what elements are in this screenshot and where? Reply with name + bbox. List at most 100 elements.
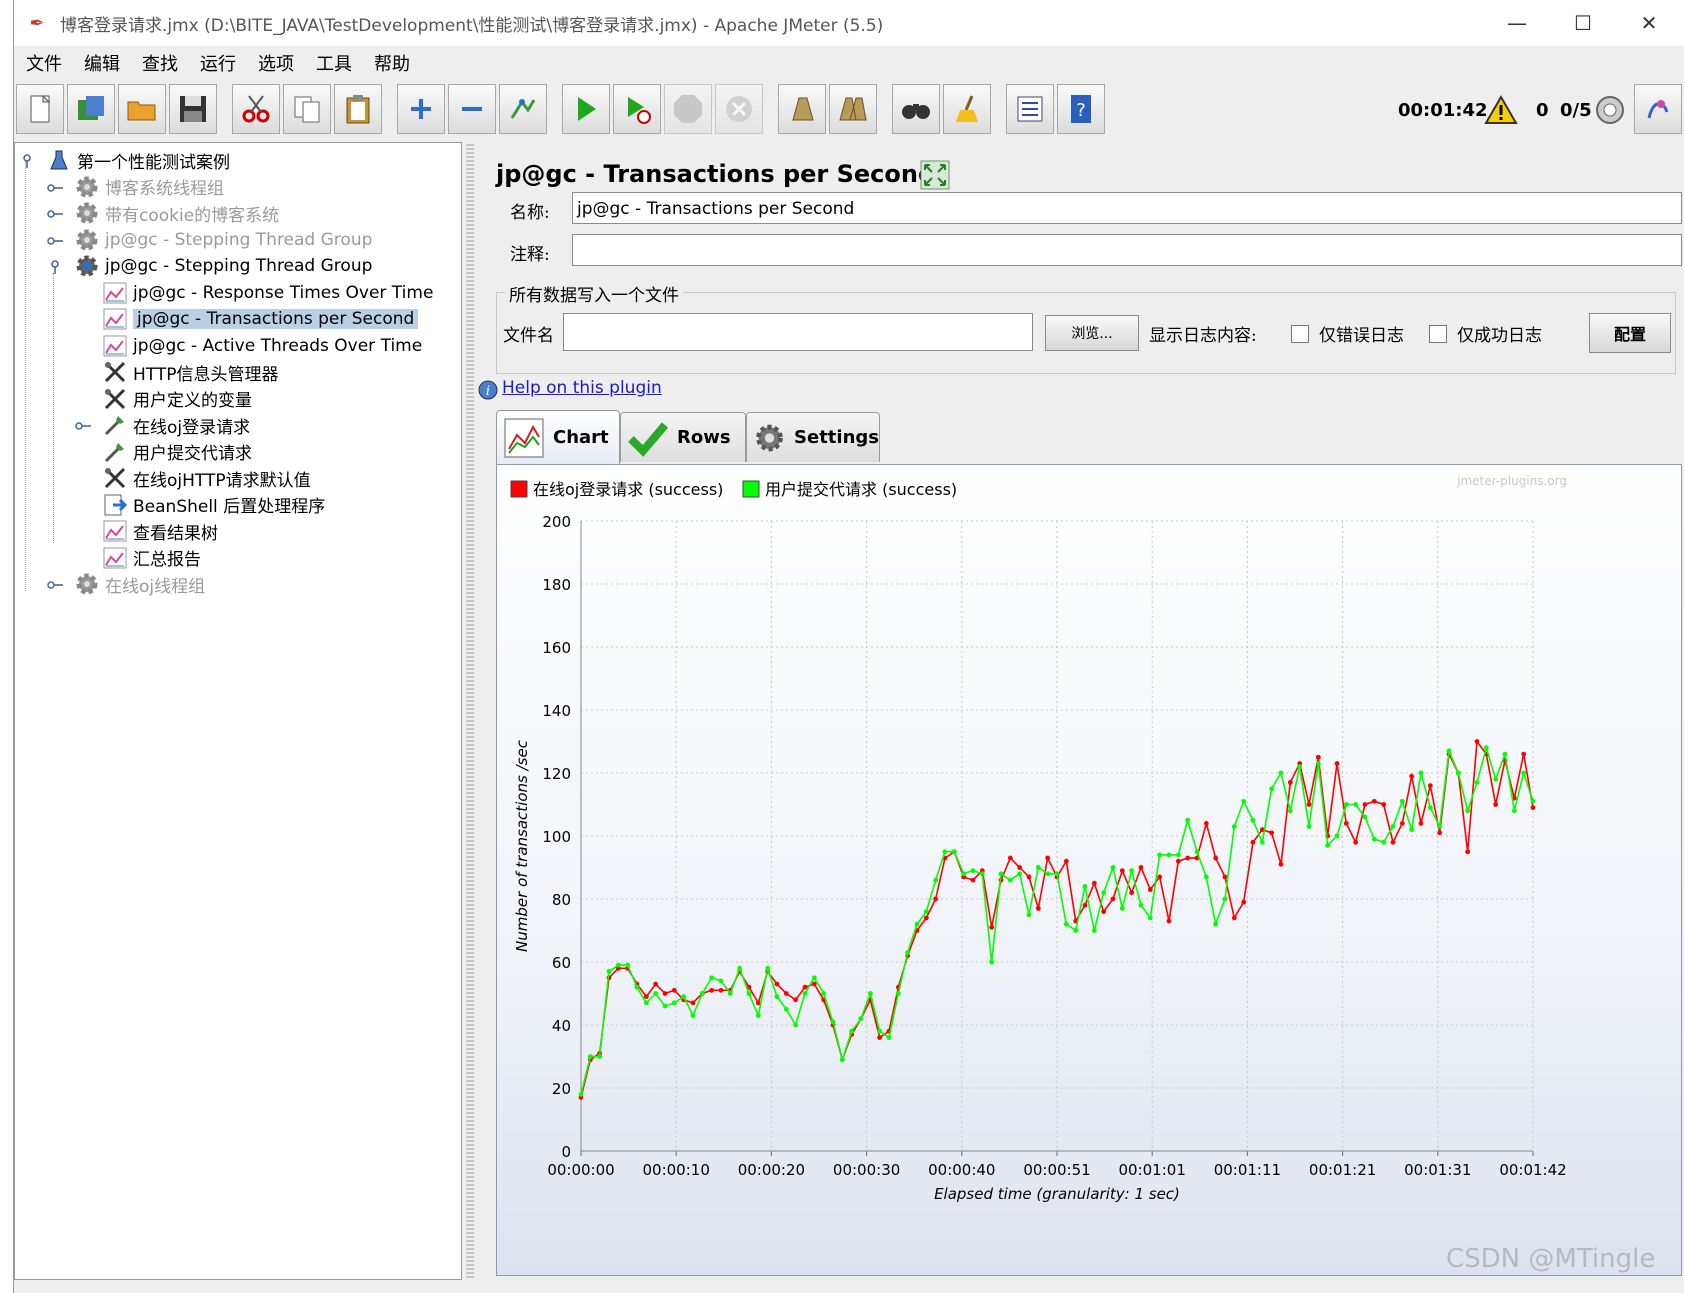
data-point [1334,761,1340,766]
data-point [1371,836,1377,842]
menu-run[interactable]: 运行 [190,50,246,76]
test-plan-tree[interactable]: 第一个性能测试案例 博客系统线程组 带有cookie的博客系统 jp@gc - Ste… [14,142,462,1280]
configure-button[interactable]: 配置 [1589,313,1671,353]
legend-swatch [742,480,760,498]
help-button[interactable]: ? [1057,84,1105,134]
data-point [774,994,780,1000]
tab-settings[interactable]: Settings [746,412,880,462]
data-point [1175,858,1181,864]
log-viewer-button[interactable] [1634,84,1682,134]
filename-input[interactable] [563,313,1033,351]
success-only-checkbox[interactable] [1429,325,1447,343]
tree-node[interactable]: 第一个性能测试案例 [45,147,230,173]
data-point [979,871,985,877]
tab-rows[interactable]: Rows [620,412,746,462]
config-element-icon [101,386,129,412]
menu-tools[interactable]: 工具 [306,50,362,76]
data-point [1082,884,1088,889]
cut-button[interactable] [232,84,280,134]
clear-all-button[interactable] [829,84,877,134]
templates-button[interactable] [67,84,115,134]
tree-node[interactable]: jp@gc - Response Times Over Time [101,280,433,306]
data-point [867,991,873,996]
menu-options[interactable]: 选项 [248,50,304,76]
toggle-button[interactable] [499,84,547,134]
y-tick-label: 40 [552,1017,571,1035]
paste-button[interactable] [334,84,382,134]
collapse-all-button[interactable] [448,84,496,134]
maximize-panel-icon[interactable] [920,160,950,190]
tree-node[interactable]: jp@gc - Active Threads Over Time [101,333,422,359]
data-point [1222,896,1228,902]
data-point [1166,852,1172,858]
status-indicator[interactable] [1590,90,1630,130]
search-button[interactable] [892,84,940,134]
data-point [1017,865,1023,870]
y-tick-label: 160 [542,639,571,657]
tree-node[interactable]: 在线oj登录请求 [101,412,250,438]
name-field[interactable]: jp@gc - Transactions per Second [572,192,1682,224]
chart-watermark: jmeter-plugins.org [1456,474,1567,488]
reset-search-button[interactable] [943,84,991,134]
stop-button[interactable] [664,84,712,134]
split-pane-divider[interactable] [466,142,474,1280]
tree-node[interactable]: 用户提交代请求 [101,439,252,465]
tree-node[interactable]: jp@gc - Transactions per Second [101,306,419,332]
start-button[interactable] [562,84,610,134]
tree-node[interactable]: 带有cookie的博客系统 [73,200,279,226]
collapse-all-icon [462,107,482,111]
tree-expander-icon[interactable] [47,578,63,590]
help-link[interactable]: Help on this plugin [502,378,662,398]
maximize-button[interactable]: ☐ [1548,0,1618,46]
data-point [1502,751,1508,757]
tree-expander-icon[interactable] [47,260,63,274]
new-button[interactable] [16,84,64,134]
tab-chart[interactable]: Chart [496,410,620,464]
tree-node[interactable]: 博客系统线程组 [73,174,224,200]
function-helper-button[interactable] [1006,84,1054,134]
tree-node[interactable]: BeanShell 后置处理程序 [101,492,325,518]
minimize-button[interactable]: — [1482,0,1552,46]
data-point [783,991,789,996]
menu-edit[interactable]: 编辑 [74,50,130,76]
warning-icon[interactable] [1484,95,1518,125]
remote-status-icon [1596,96,1624,124]
copy-button[interactable] [283,84,331,134]
tree-node[interactable]: 在线oj线程组 [73,571,205,597]
templates-icon [78,96,104,120]
errors-only-checkbox[interactable] [1291,325,1309,343]
comment-field[interactable] [572,234,1682,266]
tree-expander-icon[interactable] [19,154,35,168]
start-no-pauses-button[interactable] [613,84,661,134]
help-link-row[interactable]: i Help on this plugin [478,378,662,400]
start-icon [578,97,596,121]
data-point [1315,754,1321,760]
clear-button[interactable] [778,84,826,134]
save-button[interactable] [169,84,217,134]
tree-node[interactable]: 用户定义的变量 [101,386,252,412]
tree-expander-icon[interactable] [47,181,63,193]
tree-expander-icon[interactable] [47,207,63,219]
tree-node[interactable]: 汇总报告 [101,545,201,571]
data-point [1297,764,1303,770]
graph-listener-icon [101,280,129,306]
browse-button[interactable]: 浏览... [1045,315,1139,351]
tree-expander-icon[interactable] [75,419,91,431]
close-button[interactable]: ✕ [1614,0,1684,46]
menu-help[interactable]: 帮助 [364,50,420,76]
data-point [1157,874,1163,880]
tree-node[interactable]: jp@gc - Stepping Thread Group [73,227,372,253]
tree-node[interactable]: 在线ojHTTP请求默认值 [101,465,311,491]
data-point [1082,902,1088,908]
tree-node[interactable]: jp@gc - Stepping Thread Group [73,253,372,279]
data-point [989,959,995,965]
open-button[interactable] [118,84,166,134]
menu-file[interactable]: 文件 [16,50,72,76]
tree-node[interactable]: 查看结果树 [101,518,218,544]
tree-expander-icon[interactable] [47,234,63,246]
tree-node[interactable]: HTTP信息头管理器 [101,359,279,385]
menu-search[interactable]: 查找 [132,50,188,76]
active-threads: 0/5 [1560,100,1592,121]
expand-all-button[interactable] [397,84,445,134]
shutdown-button[interactable] [715,84,763,134]
